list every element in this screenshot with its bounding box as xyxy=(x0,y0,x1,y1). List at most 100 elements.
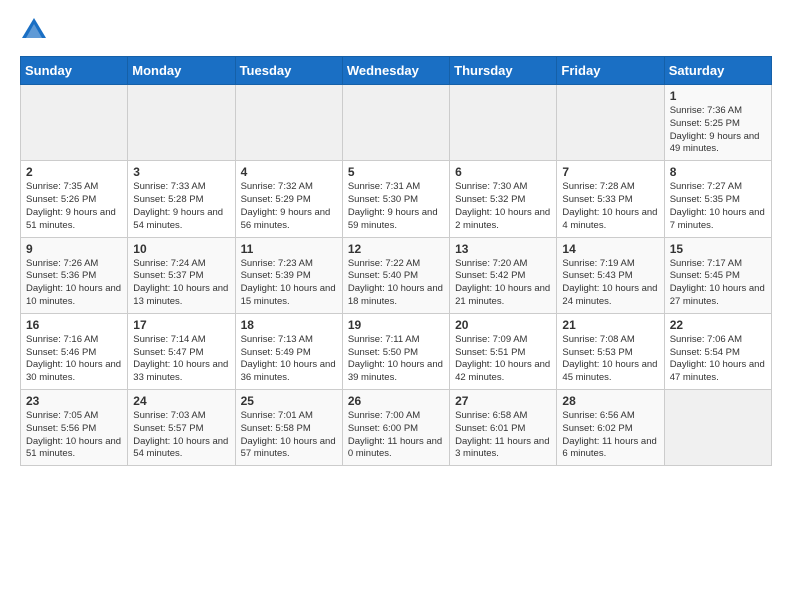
calendar-day-header: Monday xyxy=(128,57,235,85)
calendar-cell: 7 Sunrise: 7:28 AM Sunset: 5:33 PM Daylig… xyxy=(557,161,664,237)
calendar-cell: 25 Sunrise: 7:01 AM Sunset: 5:58 PM Dayli… xyxy=(235,390,342,466)
calendar-cell xyxy=(235,85,342,161)
calendar-cell xyxy=(450,85,557,161)
day-number: 27 xyxy=(455,394,551,408)
calendar-cell: 16 Sunrise: 7:16 AM Sunset: 5:46 PM Dayli… xyxy=(21,313,128,389)
calendar-day-header: Sunday xyxy=(21,57,128,85)
day-number: 3 xyxy=(133,165,229,179)
day-number: 2 xyxy=(26,165,122,179)
day-info: Sunrise: 7:28 AM Sunset: 5:33 PM Dayligh… xyxy=(562,181,658,232)
day-number: 21 xyxy=(562,318,658,332)
day-number: 22 xyxy=(670,318,766,332)
day-number: 14 xyxy=(562,242,658,256)
calendar-cell: 24 Sunrise: 7:03 AM Sunset: 5:57 PM Dayli… xyxy=(128,390,235,466)
calendar-cell xyxy=(21,85,128,161)
day-info: Sunrise: 7:17 AM Sunset: 5:45 PM Dayligh… xyxy=(670,258,766,309)
header xyxy=(20,16,772,44)
day-info: Sunrise: 7:35 AM Sunset: 5:26 PM Dayligh… xyxy=(26,181,122,232)
day-info: Sunrise: 6:58 AM Sunset: 6:01 PM Dayligh… xyxy=(455,410,551,461)
day-number: 10 xyxy=(133,242,229,256)
day-info: Sunrise: 7:13 AM Sunset: 5:49 PM Dayligh… xyxy=(241,334,337,385)
calendar-cell: 11Sunrise: 7:23 AM Sunset: 5:39 PM Dayli… xyxy=(235,237,342,313)
day-number: 25 xyxy=(241,394,337,408)
calendar-cell: 26 Sunrise: 7:00 AM Sunset: 6:00 PM Dayli… xyxy=(342,390,449,466)
day-number: 15 xyxy=(670,242,766,256)
day-info: Sunrise: 7:03 AM Sunset: 5:57 PM Dayligh… xyxy=(133,410,229,461)
day-number: 6 xyxy=(455,165,551,179)
day-info: Sunrise: 7:16 AM Sunset: 5:46 PM Dayligh… xyxy=(26,334,122,385)
calendar-cell xyxy=(342,85,449,161)
day-number: 16 xyxy=(26,318,122,332)
day-number: 23 xyxy=(26,394,122,408)
calendar-day-header: Friday xyxy=(557,57,664,85)
calendar-cell xyxy=(557,85,664,161)
calendar-week-row: 9 Sunrise: 7:26 AM Sunset: 5:36 PM Daylig… xyxy=(21,237,772,313)
page: SundayMondayTuesdayWednesdayThursdayFrid… xyxy=(0,0,792,482)
calendar-day-header: Thursday xyxy=(450,57,557,85)
calendar-day-header: Saturday xyxy=(664,57,771,85)
calendar-cell: 6 Sunrise: 7:30 AM Sunset: 5:32 PM Daylig… xyxy=(450,161,557,237)
day-info: Sunrise: 7:19 AM Sunset: 5:43 PM Dayligh… xyxy=(562,258,658,309)
day-info: Sunrise: 6:56 AM Sunset: 6:02 PM Dayligh… xyxy=(562,410,658,461)
day-info: Sunrise: 7:36 AM Sunset: 5:25 PM Dayligh… xyxy=(670,105,766,156)
calendar-cell: 10Sunrise: 7:24 AM Sunset: 5:37 PM Dayli… xyxy=(128,237,235,313)
calendar-cell: 5 Sunrise: 7:31 AM Sunset: 5:30 PM Daylig… xyxy=(342,161,449,237)
calendar-cell: 21 Sunrise: 7:08 AM Sunset: 5:53 PM Dayli… xyxy=(557,313,664,389)
calendar-cell: 4 Sunrise: 7:32 AM Sunset: 5:29 PM Daylig… xyxy=(235,161,342,237)
calendar: SundayMondayTuesdayWednesdayThursdayFrid… xyxy=(20,56,772,466)
day-number: 19 xyxy=(348,318,444,332)
calendar-cell: 13 Sunrise: 7:20 AM Sunset: 5:42 PM Dayli… xyxy=(450,237,557,313)
day-number: 8 xyxy=(670,165,766,179)
calendar-cell: 12 Sunrise: 7:22 AM Sunset: 5:40 PM Dayli… xyxy=(342,237,449,313)
calendar-cell xyxy=(664,390,771,466)
day-number: 1 xyxy=(670,89,766,103)
day-number: 9 xyxy=(26,242,122,256)
day-info: Sunrise: 7:32 AM Sunset: 5:29 PM Dayligh… xyxy=(241,181,337,232)
calendar-cell: 22Sunrise: 7:06 AM Sunset: 5:54 PM Dayli… xyxy=(664,313,771,389)
calendar-cell: 15 Sunrise: 7:17 AM Sunset: 5:45 PM Dayli… xyxy=(664,237,771,313)
calendar-cell: 14 Sunrise: 7:19 AM Sunset: 5:43 PM Dayli… xyxy=(557,237,664,313)
day-info: Sunrise: 7:14 AM Sunset: 5:47 PM Dayligh… xyxy=(133,334,229,385)
calendar-cell: 27 Sunrise: 6:58 AM Sunset: 6:01 PM Dayli… xyxy=(450,390,557,466)
day-number: 4 xyxy=(241,165,337,179)
calendar-cell: 19 Sunrise: 7:11 AM Sunset: 5:50 PM Dayli… xyxy=(342,313,449,389)
calendar-week-row: 2 Sunrise: 7:35 AM Sunset: 5:26 PM Daylig… xyxy=(21,161,772,237)
calendar-cell: 9 Sunrise: 7:26 AM Sunset: 5:36 PM Daylig… xyxy=(21,237,128,313)
calendar-day-header: Wednesday xyxy=(342,57,449,85)
day-number: 13 xyxy=(455,242,551,256)
day-number: 11 xyxy=(241,242,337,256)
calendar-week-row: 16 Sunrise: 7:16 AM Sunset: 5:46 PM Dayli… xyxy=(21,313,772,389)
day-number: 28 xyxy=(562,394,658,408)
logo xyxy=(20,16,52,44)
day-info: Sunrise: 7:05 AM Sunset: 5:56 PM Dayligh… xyxy=(26,410,122,461)
day-info: Sunrise: 7:33 AM Sunset: 5:28 PM Dayligh… xyxy=(133,181,229,232)
day-info: Sunrise: 7:27 AM Sunset: 5:35 PM Dayligh… xyxy=(670,181,766,232)
day-info: Sunrise: 7:20 AM Sunset: 5:42 PM Dayligh… xyxy=(455,258,551,309)
calendar-cell: 8 Sunrise: 7:27 AM Sunset: 5:35 PM Daylig… xyxy=(664,161,771,237)
day-info: Sunrise: 7:08 AM Sunset: 5:53 PM Dayligh… xyxy=(562,334,658,385)
calendar-cell: 2 Sunrise: 7:35 AM Sunset: 5:26 PM Daylig… xyxy=(21,161,128,237)
calendar-week-row: 23 Sunrise: 7:05 AM Sunset: 5:56 PM Dayli… xyxy=(21,390,772,466)
calendar-cell: 18 Sunrise: 7:13 AM Sunset: 5:49 PM Dayli… xyxy=(235,313,342,389)
day-number: 7 xyxy=(562,165,658,179)
day-info: Sunrise: 7:31 AM Sunset: 5:30 PM Dayligh… xyxy=(348,181,444,232)
calendar-week-row: 1 Sunrise: 7:36 AM Sunset: 5:25 PM Daylig… xyxy=(21,85,772,161)
calendar-cell: 20Sunrise: 7:09 AM Sunset: 5:51 PM Dayli… xyxy=(450,313,557,389)
calendar-cell: 1 Sunrise: 7:36 AM Sunset: 5:25 PM Daylig… xyxy=(664,85,771,161)
day-number: 18 xyxy=(241,318,337,332)
day-number: 5 xyxy=(348,165,444,179)
day-info: Sunrise: 7:22 AM Sunset: 5:40 PM Dayligh… xyxy=(348,258,444,309)
day-info: Sunrise: 7:11 AM Sunset: 5:50 PM Dayligh… xyxy=(348,334,444,385)
day-info: Sunrise: 7:00 AM Sunset: 6:00 PM Dayligh… xyxy=(348,410,444,461)
day-number: 17 xyxy=(133,318,229,332)
day-info: Sunrise: 7:26 AM Sunset: 5:36 PM Dayligh… xyxy=(26,258,122,309)
day-info: Sunrise: 7:30 AM Sunset: 5:32 PM Dayligh… xyxy=(455,181,551,232)
calendar-cell: 17 Sunrise: 7:14 AM Sunset: 5:47 PM Dayli… xyxy=(128,313,235,389)
day-number: 26 xyxy=(348,394,444,408)
calendar-header-row: SundayMondayTuesdayWednesdayThursdayFrid… xyxy=(21,57,772,85)
calendar-day-header: Tuesday xyxy=(235,57,342,85)
calendar-cell: 28 Sunrise: 6:56 AM Sunset: 6:02 PM Dayli… xyxy=(557,390,664,466)
day-info: Sunrise: 7:01 AM Sunset: 5:58 PM Dayligh… xyxy=(241,410,337,461)
day-number: 12 xyxy=(348,242,444,256)
day-number: 24 xyxy=(133,394,229,408)
